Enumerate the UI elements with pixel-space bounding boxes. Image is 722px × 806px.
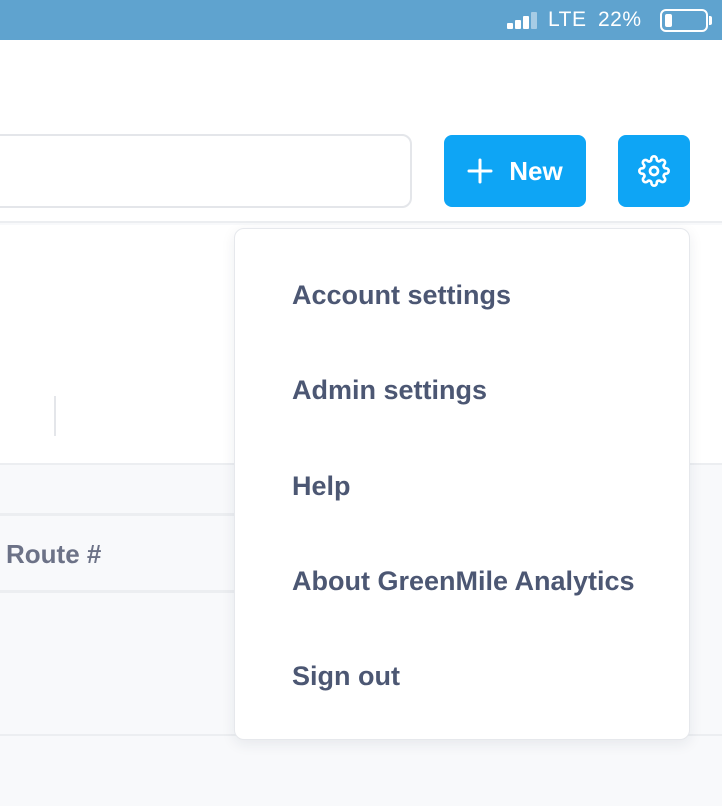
signal-strength-icon <box>507 11 539 29</box>
menu-item-label: Account settings <box>292 279 512 310</box>
column-header-route[interactable]: Route # <box>6 539 101 570</box>
app-header: New <box>0 40 722 223</box>
menu-item-label: Sign out <box>292 660 400 691</box>
plus-icon <box>467 158 493 184</box>
status-bar: LTE 22% <box>0 0 722 40</box>
menu-item-about[interactable]: About GreenMile Analytics <box>235 551 689 611</box>
menu-item-label: Help <box>292 470 351 501</box>
search-input[interactable] <box>0 134 412 208</box>
carrier-label: LTE <box>548 8 587 31</box>
table-header: Route # <box>0 513 240 593</box>
vertical-divider <box>54 396 56 436</box>
menu-item-account-settings[interactable]: Account settings <box>235 265 689 325</box>
settings-dropdown-menu: Account settings Admin settings Help Abo… <box>234 228 690 740</box>
menu-item-admin-settings[interactable]: Admin settings <box>235 360 689 420</box>
settings-button[interactable] <box>618 135 690 207</box>
menu-item-sign-out[interactable]: Sign out <box>235 646 689 706</box>
menu-item-label: Admin settings <box>292 374 488 405</box>
gear-icon <box>638 155 670 187</box>
battery-percentage: 22% <box>598 8 642 31</box>
new-button-label: New <box>509 155 563 186</box>
battery-icon <box>660 9 708 32</box>
battery-fill <box>665 14 672 27</box>
battery-tip <box>709 16 712 25</box>
menu-item-help[interactable]: Help <box>235 456 689 516</box>
new-button[interactable]: New <box>444 135 586 207</box>
menu-item-label: About GreenMile Analytics <box>292 565 635 596</box>
